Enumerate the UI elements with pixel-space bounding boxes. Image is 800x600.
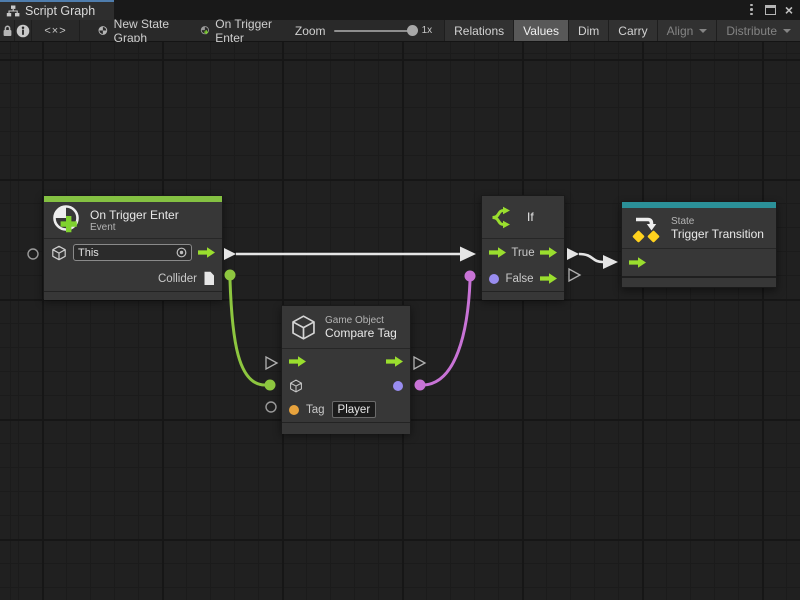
game-object-icon xyxy=(290,314,317,341)
bool-in-dot[interactable] xyxy=(465,271,476,282)
tag-port[interactable] xyxy=(289,405,299,415)
collider-port-dot[interactable] xyxy=(225,270,236,281)
node-subtitle: Event xyxy=(90,222,179,233)
code-view-button[interactable]: <×> xyxy=(32,20,80,41)
flow-wire xyxy=(579,254,603,262)
branch-icon xyxy=(490,204,517,231)
script-graph-window: Script Graph × <×> xyxy=(0,0,800,600)
node-header: Game Object Compare Tag xyxy=(282,306,410,348)
game-object-icon xyxy=(51,245,67,261)
object-wire xyxy=(230,280,265,385)
trigger-out-port[interactable] xyxy=(224,248,236,260)
align-dropdown[interactable]: Align xyxy=(657,20,717,41)
bool-wire xyxy=(424,281,470,385)
dim-button[interactable]: Dim xyxy=(568,20,608,41)
node-on-trigger-enter[interactable]: On Trigger Enter Event This xyxy=(43,195,223,299)
graph-toolbar: <×> New State Graph On Trigger Enter Zoo… xyxy=(0,20,800,42)
lock-button[interactable] xyxy=(0,20,15,41)
flow-arrow-icon xyxy=(540,273,557,284)
node-footer xyxy=(282,422,410,434)
collider-doc-icon xyxy=(203,271,215,286)
values-button[interactable]: Values xyxy=(513,20,568,41)
window-controls: × xyxy=(747,0,800,19)
close-icon[interactable]: × xyxy=(785,5,793,15)
info-button[interactable] xyxy=(15,20,32,41)
node-header: If xyxy=(482,196,564,238)
current-event-label: On Trigger Enter xyxy=(215,17,273,45)
chevron-down-icon xyxy=(783,29,791,33)
unconnected-trigger-port[interactable] xyxy=(266,357,277,369)
node-footer xyxy=(44,291,222,300)
object-picker-icon[interactable] xyxy=(176,247,187,258)
carry-button[interactable]: Carry xyxy=(608,20,656,41)
zoom-value: 1x xyxy=(422,25,433,36)
info-icon xyxy=(16,24,30,38)
new-state-graph-label: New State Graph xyxy=(114,17,174,45)
flow-arrow-icon xyxy=(198,247,215,258)
zoom-slider[interactable] xyxy=(334,30,414,32)
bool-output-port[interactable] xyxy=(393,381,403,391)
node-title: Trigger Transition xyxy=(671,227,764,241)
node-compare-tag[interactable]: Game Object Compare Tag Tag xyxy=(281,305,411,433)
node-title: Compare Tag xyxy=(325,326,397,340)
flow-arrow-icon xyxy=(540,247,557,258)
zoom-control: Zoom 1x xyxy=(283,20,444,41)
flow-wire-arrowhead xyxy=(603,255,618,269)
unconnected-trigger-port[interactable] xyxy=(414,357,425,369)
tab-title: Script Graph xyxy=(25,4,95,18)
current-event-button[interactable]: On Trigger Enter xyxy=(190,20,283,41)
new-state-graph-button[interactable]: New State Graph xyxy=(88,20,184,41)
graph-canvas[interactable]: On Trigger Enter Event This xyxy=(0,42,800,600)
relations-button[interactable]: Relations xyxy=(444,20,513,41)
condition-port[interactable] xyxy=(489,274,499,284)
node-footer xyxy=(622,276,776,287)
event-icon xyxy=(52,204,82,236)
node-if[interactable]: If True False xyxy=(481,195,565,299)
flow-arrow-icon xyxy=(629,257,646,268)
target-object-field[interactable]: This xyxy=(73,244,192,261)
object-in-dot[interactable] xyxy=(265,380,276,391)
node-trigger-transition[interactable]: State Trigger Transition xyxy=(621,201,777,288)
flow-arrow-icon xyxy=(489,247,506,258)
game-object-port-icon xyxy=(289,379,303,393)
view-options: Relations Values Dim Carry Align Distrib… xyxy=(444,20,800,41)
node-header: State Trigger Transition xyxy=(622,208,776,248)
zoom-slider-handle[interactable] xyxy=(407,25,418,36)
distribute-dropdown[interactable]: Distribute xyxy=(716,20,800,41)
graph-icon xyxy=(6,4,20,18)
unconnected-port-circle[interactable] xyxy=(28,249,38,259)
zoom-label: Zoom xyxy=(295,24,326,38)
unconnected-trigger-port[interactable] xyxy=(569,269,580,281)
tab-script-graph[interactable]: Script Graph xyxy=(0,0,114,20)
maximize-icon[interactable] xyxy=(765,5,776,15)
lock-icon xyxy=(1,24,14,38)
node-header: On Trigger Enter Event xyxy=(44,202,222,238)
flow-wire-arrowhead xyxy=(460,247,476,262)
chevron-down-icon xyxy=(699,29,707,33)
tag-label: Tag xyxy=(306,404,325,416)
flow-arrow-icon xyxy=(289,356,306,367)
node-category: Game Object xyxy=(325,315,397,326)
trigger-out-port[interactable] xyxy=(567,248,579,260)
node-title: On Trigger Enter xyxy=(90,208,179,222)
state-graph-icon xyxy=(98,23,108,38)
node-category: State xyxy=(671,216,764,227)
output-port-label: Collider xyxy=(158,273,197,285)
unconnected-port-circle[interactable] xyxy=(266,402,276,412)
tag-value-field[interactable]: Player xyxy=(332,401,377,418)
event-mini-icon xyxy=(200,23,210,38)
false-port-label: False xyxy=(505,273,533,285)
true-port-label: True xyxy=(511,247,534,259)
node-title: If xyxy=(527,210,534,224)
transition-icon xyxy=(630,211,663,245)
flow-arrow-icon xyxy=(386,356,403,367)
node-footer xyxy=(482,291,564,300)
menu-dots-icon[interactable] xyxy=(747,4,756,16)
bool-out-dot[interactable] xyxy=(415,380,426,391)
code-icon: <×> xyxy=(44,25,66,37)
